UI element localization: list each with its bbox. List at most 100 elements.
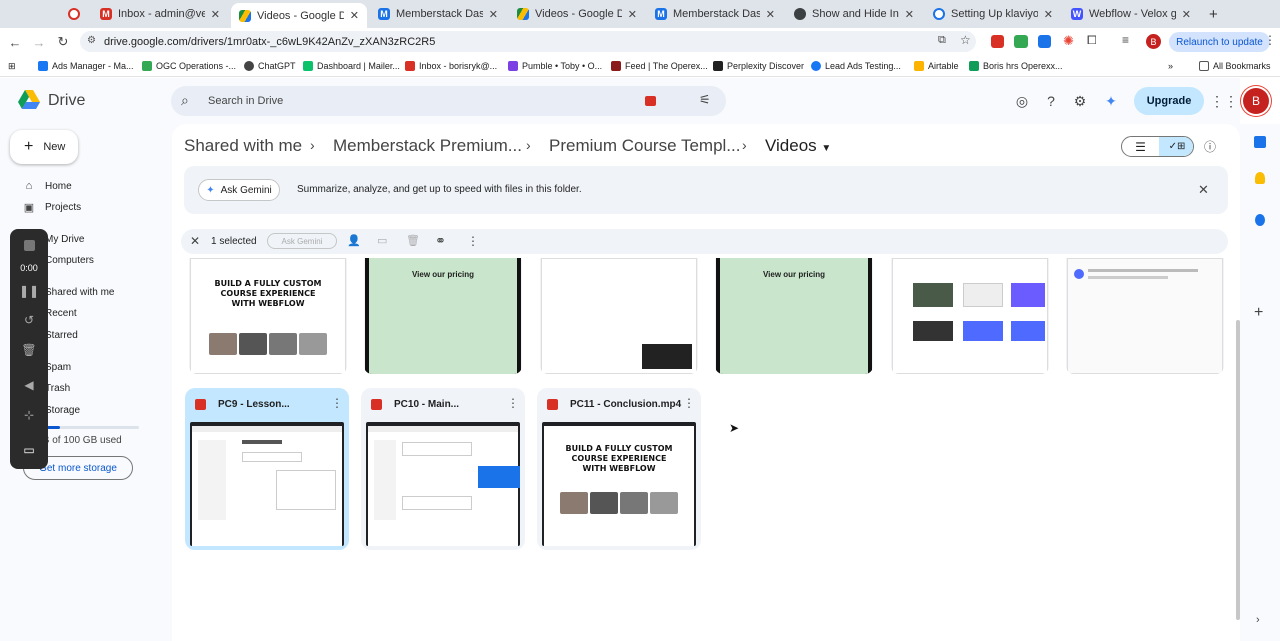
search-options-icon[interactable]: ⚟ <box>699 92 711 108</box>
install-app-icon[interactable]: ⧉ <box>938 34 946 47</box>
address-bar[interactable]: ⚙ drive.google.com/drivers/1mr0atx-_c6wL… <box>80 31 976 52</box>
file-card-pc11[interactable]: PC11 - Conclusion.mp4 ⋮ BUILD A FULLY CU… <box>537 388 701 550</box>
expand-panel-icon[interactable]: › <box>1256 614 1260 626</box>
scrollbar[interactable] <box>1236 320 1240 620</box>
move-icon[interactable]: ▭ <box>377 234 387 247</box>
info-icon[interactable]: ⓘ <box>1200 136 1220 156</box>
bookmark-mailer[interactable]: Dashboard | Mailer... <box>303 59 400 73</box>
tasks-icon[interactable] <box>1255 214 1265 226</box>
new-button[interactable]: + New <box>10 130 78 164</box>
bookmarks-overflow-icon[interactable]: » <box>1168 59 1173 73</box>
bookmark-chatgpt[interactable]: ChatGPT <box>244 59 296 73</box>
upgrade-button[interactable]: Upgrade <box>1134 87 1204 115</box>
restart-icon[interactable]: ↺ <box>20 311 38 329</box>
nav-projects[interactable]: Projects <box>45 202 81 213</box>
breadcrumb-memberstack[interactable]: Memberstack Premium... <box>333 136 522 156</box>
close-icon[interactable]: ✕ <box>1044 8 1053 21</box>
nav-trash[interactable]: Trash <box>45 383 70 394</box>
bookmark-feed[interactable]: Feed | The Operex... <box>611 59 708 73</box>
bookmark-ogc[interactable]: OGC Operations -... <box>142 59 236 73</box>
ask-gemini-button[interactable]: ✦ Ask Gemini <box>198 179 280 201</box>
nav-computers[interactable]: Computers <box>45 255 94 266</box>
site-info-icon[interactable]: ⚙ <box>87 35 96 46</box>
share-icon[interactable]: 👤 <box>347 234 361 247</box>
search-input[interactable]: Search in Drive <box>208 95 283 107</box>
file-thumbnail[interactable]: View our pricing <box>715 258 873 374</box>
offline-ready-icon[interactable]: ◎ <box>1012 91 1032 111</box>
account-avatar[interactable]: B <box>1243 88 1269 114</box>
file-card-pc10[interactable]: PC10 - Main... ⋮ <box>361 388 525 550</box>
file-thumbnail[interactable] <box>1066 258 1224 374</box>
menu-kebab-icon[interactable]: ⋮ <box>1264 33 1276 47</box>
tab-drive-videos[interactable]: Videos - Google Drive✕ <box>509 3 645 25</box>
extension-icon-2[interactable] <box>1038 35 1051 48</box>
ask-gemini-disabled-button[interactable]: Ask Gemini <box>267 233 337 249</box>
file-thumbnail[interactable] <box>540 258 698 374</box>
nav-spam[interactable]: Spam <box>45 362 71 373</box>
file-card-pc9[interactable]: PC9 - Lesson... ⋮ <box>185 388 349 550</box>
help-icon[interactable]: ? <box>1041 91 1061 111</box>
add-addon-icon[interactable]: + <box>1254 304 1263 322</box>
apps-grid-icon[interactable]: ⋮⋮ <box>1210 91 1238 111</box>
copy-link-icon[interactable]: ⚭ <box>435 233 446 249</box>
tab-klaviyo[interactable]: Setting Up klaviyo vid✕ <box>925 3 1061 25</box>
more-options-icon[interactable]: ⋮ <box>683 396 695 410</box>
tab-webflow[interactable]: WWebflow - Velox growth✕ <box>1063 3 1199 25</box>
bookmark-lead-ads[interactable]: Lead Ads Testing... <box>811 59 901 73</box>
nav-recent[interactable]: Recent <box>45 308 77 319</box>
profile-avatar[interactable]: B <box>1146 34 1161 49</box>
grid-icon[interactable]: ⊹ <box>20 406 38 424</box>
bookmark-pumble[interactable]: Pumble • Toby • O... <box>508 59 602 73</box>
extensions-puzzle-icon[interactable]: ⧠ <box>1087 33 1097 48</box>
new-tab-button[interactable]: + <box>1201 3 1223 25</box>
close-icon[interactable]: ✕ <box>905 8 914 21</box>
calendar-icon[interactable] <box>1254 136 1266 148</box>
nav-shared-with-me[interactable]: Shared with me <box>45 287 114 298</box>
bookmark-inbox[interactable]: Inbox - borisryk@... <box>405 59 497 73</box>
file-thumbnail[interactable]: View our pricing <box>364 258 522 374</box>
breadcrumb-videos[interactable]: Videos ▼ <box>765 136 831 156</box>
close-icon[interactable]: ✕ <box>766 8 775 21</box>
apps-grid-icon[interactable]: ⊞ <box>8 59 16 73</box>
record-video-icon[interactable] <box>645 96 656 106</box>
camera-icon[interactable]: ▭ <box>20 441 38 459</box>
bookmark-airtable[interactable]: Airtable <box>914 59 959 73</box>
stop-icon[interactable] <box>20 236 38 254</box>
reload-icon[interactable]: ↻ <box>54 33 72 51</box>
bookmark-perplexity[interactable]: Perplexity Discover <box>713 59 804 73</box>
settings-gear-icon[interactable]: ⚙ <box>1070 91 1090 111</box>
close-icon[interactable]: ✕ <box>211 8 220 21</box>
drive-logo-icon[interactable] <box>18 90 40 110</box>
keep-icon[interactable] <box>1255 172 1265 184</box>
tab-drive-videos-active[interactable]: Videos - Google Drive✕ <box>231 3 367 28</box>
relaunch-button[interactable]: Relaunch to update <box>1169 32 1270 52</box>
draw-icon[interactable]: ◀ <box>20 376 38 394</box>
trash-icon[interactable]: 🗑 <box>406 234 420 247</box>
pause-icon[interactable]: ❚❚ <box>19 282 39 300</box>
extension-icon[interactable] <box>991 35 1004 48</box>
close-icon[interactable]: ✕ <box>628 8 637 21</box>
forward-icon[interactable]: → <box>30 33 48 51</box>
close-icon[interactable]: ✕ <box>489 8 498 21</box>
bookmark-star-icon[interactable]: ☆ <box>960 33 971 47</box>
pinned-tab[interactable] <box>60 3 88 25</box>
breadcrumb-shared[interactable]: Shared with me <box>184 136 302 156</box>
drive-title[interactable]: Drive <box>48 92 85 110</box>
tab-memberstack-2[interactable]: MMemberstack Dashboar✕ <box>647 3 783 25</box>
bookmark-boris-hrs[interactable]: Boris hrs Operexx... <box>969 59 1063 73</box>
reading-list-icon[interactable]: ≡ <box>1122 33 1129 47</box>
nav-home[interactable]: Home <box>45 181 72 192</box>
clear-selection-icon[interactable]: ✕ <box>190 234 200 248</box>
extension-icon-3[interactable]: ✺ <box>1063 33 1074 49</box>
nav-storage[interactable]: Storage <box>45 405 80 416</box>
list-view-icon[interactable]: ☰ <box>1122 137 1159 156</box>
delete-icon[interactable]: 🗑 <box>20 341 38 359</box>
file-thumbnail[interactable] <box>891 258 1049 374</box>
tab-inbox[interactable]: MInbox - admin@veloxgro✕ <box>92 3 228 25</box>
back-icon[interactable]: ← <box>6 33 24 51</box>
more-options-icon[interactable]: ⋮ <box>507 396 519 410</box>
search-icon[interactable]: ⌕ <box>181 92 189 109</box>
nav-my-drive[interactable]: My Drive <box>45 234 84 245</box>
search-bar[interactable]: ⌕ Search in Drive ⚟ <box>171 86 726 116</box>
close-icon[interactable]: ✕ <box>1198 182 1209 198</box>
